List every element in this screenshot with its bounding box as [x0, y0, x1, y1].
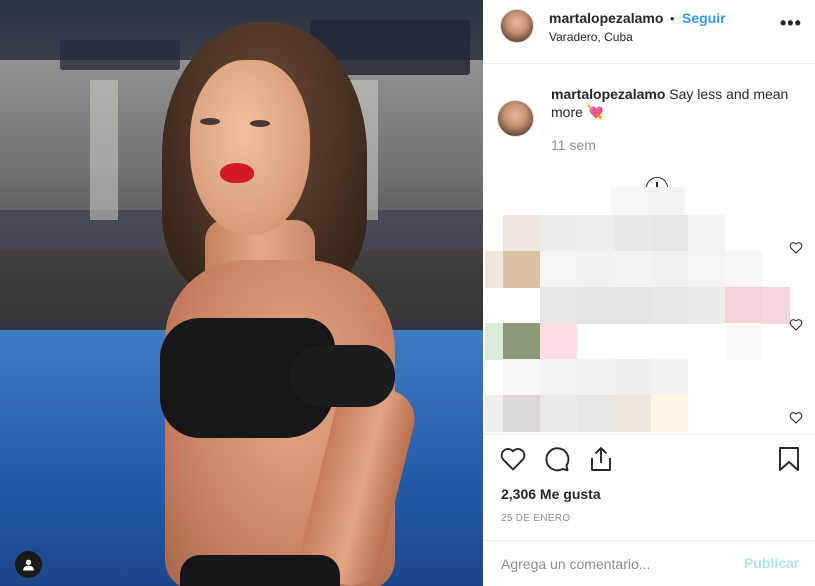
post-photo[interactable]	[0, 0, 483, 586]
blur-cell	[725, 323, 762, 360]
user-icon	[23, 559, 34, 571]
blur-cell	[485, 251, 503, 288]
blur-cell	[577, 287, 614, 324]
heart-emoji-icon: 💘	[586, 104, 605, 120]
model-eye	[250, 120, 270, 127]
blur-cell	[503, 323, 540, 360]
blur-cell	[651, 215, 688, 252]
blur-cell	[614, 251, 651, 288]
like-comment-heart-icon[interactable]	[789, 241, 803, 254]
avatar[interactable]	[497, 100, 534, 137]
blurred-comments	[485, 187, 790, 435]
blur-cell	[651, 359, 688, 396]
blur-cell	[725, 251, 762, 288]
blur-cell	[651, 395, 688, 432]
add-comment-bar: Publicar	[483, 540, 815, 586]
model-face	[190, 60, 310, 235]
blur-cell	[688, 215, 725, 252]
username-link[interactable]: martalopezalamo	[549, 10, 663, 26]
model-lips	[220, 163, 254, 183]
comment-icon[interactable]	[543, 445, 571, 473]
heart-icon[interactable]	[499, 445, 527, 473]
blur-cell	[577, 395, 614, 432]
blur-cell	[762, 287, 790, 324]
blur-cell	[540, 287, 577, 324]
avatar[interactable]	[500, 9, 534, 43]
comment-input[interactable]	[501, 555, 721, 573]
more-options-icon[interactable]: •••	[780, 14, 801, 32]
bikini-bottom	[180, 555, 340, 586]
blur-cell	[577, 215, 614, 252]
blur-cell	[614, 287, 651, 324]
share-icon[interactable]	[587, 445, 615, 473]
post-date: 25 DE ENERO	[501, 513, 571, 524]
likes-count[interactable]: 2,306 Me gusta	[501, 486, 601, 502]
background-pillar	[90, 80, 118, 220]
like-comment-heart-icon[interactable]	[789, 411, 803, 424]
post-detail-panel: martalopezalamo • Seguir Varadero, Cuba …	[483, 0, 815, 586]
publish-button[interactable]: Publicar	[744, 555, 799, 571]
like-comment-heart-icon[interactable]	[789, 318, 803, 331]
background-sign	[60, 40, 180, 70]
blur-cell	[614, 395, 651, 432]
blur-cell	[614, 359, 651, 396]
tagged-users-button[interactable]	[15, 551, 42, 578]
blur-cell	[577, 251, 614, 288]
blur-cell	[540, 395, 577, 432]
bikini-sleeve	[290, 345, 395, 407]
separator-dot: •	[670, 11, 675, 26]
model-eye	[200, 118, 220, 125]
blur-cell	[485, 323, 503, 360]
blur-cell	[503, 251, 540, 288]
blur-cell	[540, 251, 577, 288]
blur-cell	[688, 251, 725, 288]
location-link[interactable]: Varadero, Cuba	[549, 30, 633, 44]
post-time: 11 sem	[551, 137, 596, 153]
blur-cell	[725, 287, 762, 324]
post-actions: 2,306 Me gusta 25 DE ENERO	[483, 434, 815, 542]
blur-cell	[651, 251, 688, 288]
bookmark-icon[interactable]	[775, 445, 803, 473]
follow-button[interactable]: Seguir	[682, 10, 726, 26]
caption-username[interactable]: martalopezalamo	[551, 86, 665, 102]
post-header: martalopezalamo • Seguir Varadero, Cuba …	[483, 0, 815, 64]
comments-area: martalopezalamo Say less and mean more 💘…	[483, 65, 815, 435]
blur-cell	[485, 395, 503, 432]
blur-cell	[688, 287, 725, 324]
blur-cell	[651, 287, 688, 324]
blur-cell	[503, 395, 540, 432]
blur-cell	[503, 215, 540, 252]
blur-cell	[540, 323, 577, 360]
blur-cell	[614, 215, 651, 252]
blur-cell	[577, 359, 614, 396]
blur-cell	[540, 215, 577, 252]
blur-cell	[540, 359, 577, 396]
blur-cell	[503, 359, 540, 396]
post-caption: martalopezalamo Say less and mean more 💘	[551, 85, 801, 121]
